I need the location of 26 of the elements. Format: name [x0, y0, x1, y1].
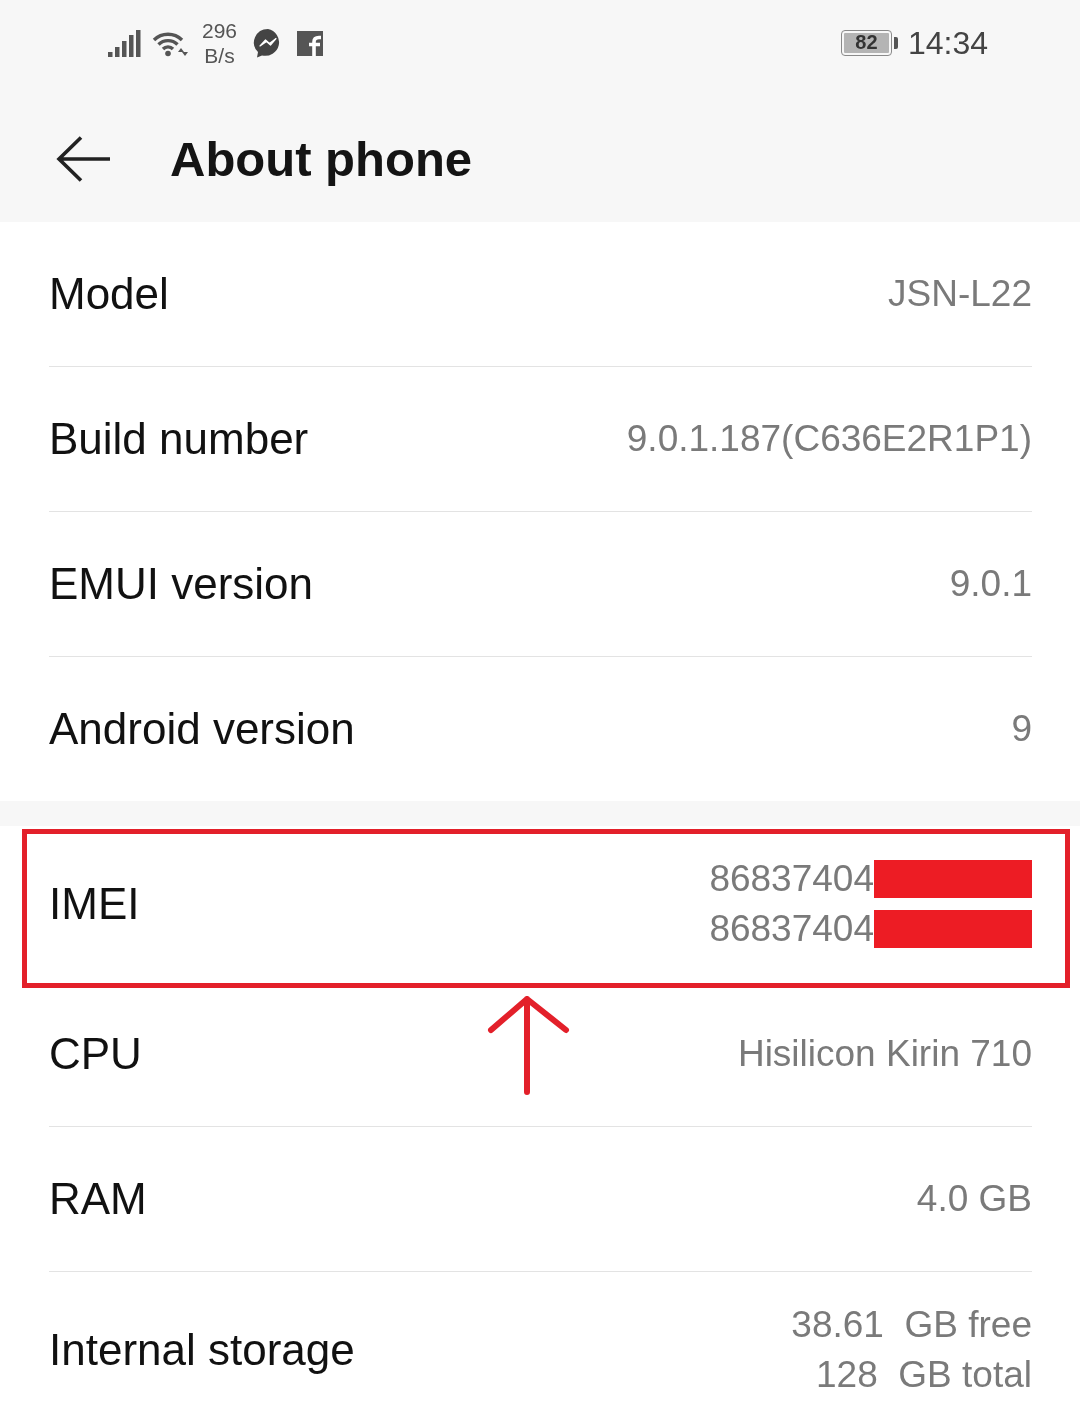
- row-label: EMUI version: [49, 559, 314, 609]
- f-logo-icon: [297, 30, 324, 56]
- clock-time: 14:34: [907, 24, 988, 62]
- speed-unit: B/s: [204, 43, 235, 68]
- row-value: 128 GB total: [816, 1353, 1032, 1397]
- row-value: 9: [1011, 707, 1032, 751]
- network-speed: 296: [202, 18, 238, 43]
- row-label: RAM: [49, 1174, 147, 1224]
- row-value: 9.0.1: [949, 562, 1032, 606]
- battery-percent: 82: [843, 33, 889, 53]
- row-value: 9.0.1.187(C636E2R1P1): [626, 417, 1032, 461]
- row-value: 38.61 GB free: [791, 1303, 1032, 1347]
- row-label: CPU: [49, 1029, 142, 1079]
- row-label: Build number: [49, 414, 309, 464]
- page-title: About phone: [170, 131, 473, 187]
- row-value: 86837404: [709, 857, 874, 901]
- row-label: Model: [49, 269, 169, 319]
- row-value: 4.0 GB: [916, 1177, 1032, 1221]
- row-value: Hisilicon Kirin 710: [737, 1032, 1032, 1076]
- row-label: IMEI: [49, 879, 140, 929]
- signal-icon: [108, 29, 142, 57]
- row-value: 86837404: [709, 907, 874, 951]
- row-label: Android version: [49, 704, 355, 754]
- row-label: Internal storage: [49, 1325, 355, 1375]
- row-value: JSN-L22: [888, 272, 1032, 316]
- back-icon: [54, 134, 112, 184]
